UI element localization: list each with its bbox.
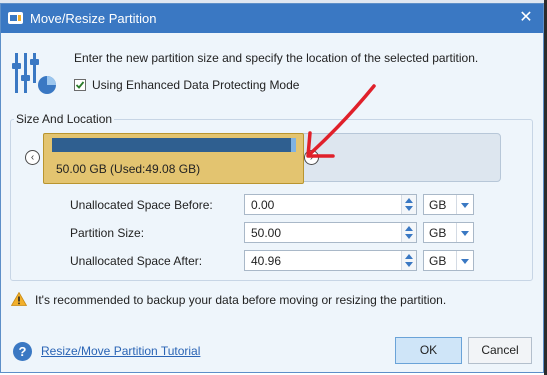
spin-down-icon[interactable] <box>405 234 413 239</box>
enhanced-mode-label: Using Enhanced Data Protecting Mode <box>92 78 300 92</box>
space-before-label: Unallocated Space Before: <box>70 198 213 212</box>
space-after-unit: GB <box>429 254 447 268</box>
spin-up-icon[interactable] <box>405 198 413 203</box>
partition-size-input[interactable]: 50.00 <box>244 222 417 243</box>
space-after-value: 40.96 <box>251 254 282 268</box>
dropdown-arrow-icon[interactable] <box>456 195 473 214</box>
dropdown-arrow-icon[interactable] <box>456 251 473 270</box>
space-after-unit-select[interactable]: GB <box>423 250 474 271</box>
space-after-label: Unallocated Space After: <box>70 254 203 268</box>
checkmark-icon <box>75 81 85 89</box>
space-before-unit: GB <box>429 198 447 212</box>
chevron-left-icon: ‹ <box>30 152 35 163</box>
space-after-input[interactable]: 40.96 <box>244 250 417 271</box>
tutorial-link[interactable]: Resize/Move Partition Tutorial <box>41 344 200 358</box>
partition-size-unit: GB <box>429 226 447 240</box>
right-resize-handle[interactable]: › <box>304 150 319 165</box>
space-before-input[interactable]: 0.00 <box>244 194 417 215</box>
enhanced-mode-checkbox[interactable] <box>74 79 86 91</box>
partition-size-unit-select[interactable]: GB <box>423 222 474 243</box>
spin-up-icon[interactable] <box>405 226 413 231</box>
space-before-value: 0.00 <box>251 198 275 212</box>
title-bar[interactable]: Move/Resize Partition ✕ <box>1 4 543 33</box>
space-before-unit-select[interactable]: GB <box>423 194 474 215</box>
svg-text:?: ? <box>19 344 27 359</box>
app-icon <box>8 12 23 24</box>
used-space-bar <box>52 138 296 152</box>
partition-size-spinner[interactable] <box>401 223 416 242</box>
close-icon: ✕ <box>519 9 533 26</box>
window-title: Move/Resize Partition <box>30 11 157 26</box>
intro-text: Enter the new partition size and specify… <box>74 51 479 65</box>
partition-size-value: 50.00 <box>251 226 282 240</box>
partition-size-field-label: Partition Size: <box>70 226 145 240</box>
spin-down-icon[interactable] <box>405 206 413 211</box>
ok-button[interactable]: OK <box>395 337 462 364</box>
dropdown-arrow-icon[interactable] <box>456 223 473 242</box>
chevron-right-icon: › <box>309 152 314 163</box>
warning-text: It's recommended to backup your data bef… <box>35 293 447 307</box>
close-button[interactable]: ✕ <box>515 8 537 28</box>
space-before-spinner[interactable] <box>401 195 416 214</box>
left-resize-handle[interactable]: ‹ <box>25 150 40 165</box>
warning-icon <box>11 292 27 306</box>
help-icon[interactable]: ? <box>12 341 33 362</box>
resize-partition-icon <box>12 53 56 94</box>
cancel-button[interactable]: Cancel <box>468 337 532 364</box>
partition-size-label: 50.00 GB (Used:49.08 GB) <box>56 162 201 176</box>
group-title: Size And Location <box>14 112 115 126</box>
spin-down-icon[interactable] <box>405 262 413 267</box>
free-space-tip <box>291 138 296 152</box>
enhanced-mode-option[interactable]: Using Enhanced Data Protecting Mode <box>74 77 299 93</box>
space-after-spinner[interactable] <box>401 251 416 270</box>
spin-up-icon[interactable] <box>405 254 413 259</box>
